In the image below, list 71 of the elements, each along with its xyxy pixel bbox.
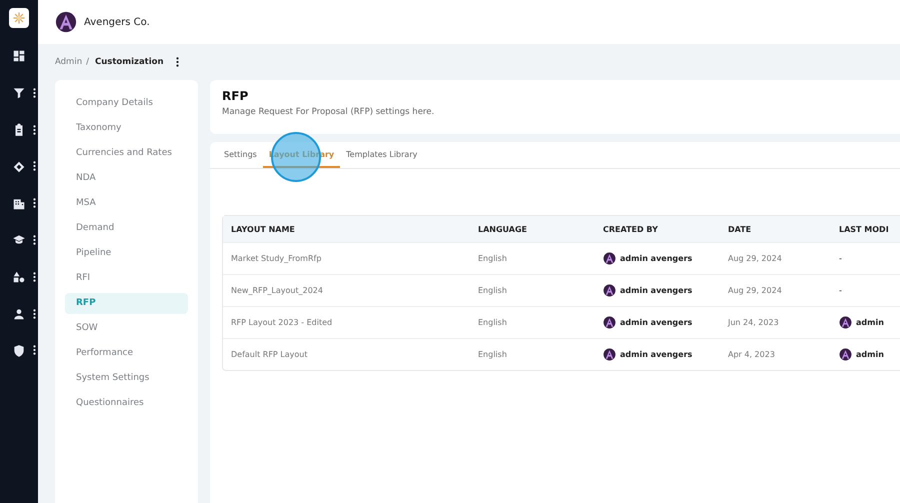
table-cell-text: English xyxy=(477,286,508,295)
settings-menu-item[interactable]: Performance xyxy=(65,343,188,364)
breadcrumb-link[interactable]: Admin xyxy=(55,57,82,67)
table-cell: - xyxy=(839,286,842,295)
column-header: LAST MODI xyxy=(838,224,890,234)
settings-menu-item[interactable]: Demand xyxy=(65,218,188,239)
diamond-icon[interactable] xyxy=(12,160,26,174)
table-cell-text: English xyxy=(477,350,508,359)
settings-menu-item[interactable]: RFP xyxy=(65,293,188,314)
settings-menu-item[interactable]: NDA xyxy=(65,168,188,189)
table-cell-text: Aug 29, 2024 xyxy=(727,286,783,295)
breadcrumb-current: Customization xyxy=(94,57,164,67)
user-name: admin avengers xyxy=(620,286,692,295)
avatar-icon xyxy=(839,348,852,361)
kebab-menu-icon[interactable] xyxy=(33,161,36,172)
table-cell: - xyxy=(839,254,842,263)
table-cell-text: Default RFP Layout xyxy=(230,350,308,359)
user-name: admin avengers xyxy=(620,254,692,263)
avatar-icon xyxy=(603,316,616,329)
table-cell: admin xyxy=(856,318,884,327)
avatar-icon xyxy=(839,316,852,329)
shapes-icon[interactable] xyxy=(12,270,26,284)
settings-menu-item[interactable]: RFI xyxy=(65,268,188,289)
breadcrumb-separator: / xyxy=(86,57,89,67)
settings-menu-item[interactable]: Questionnaires xyxy=(65,393,188,414)
column-header: CREATED BY xyxy=(602,224,659,234)
avatar-icon xyxy=(603,284,616,297)
avatar-icon xyxy=(603,252,616,265)
table-cell-text: Jun 24, 2023 xyxy=(726,318,780,327)
building-icon[interactable] xyxy=(12,196,26,211)
page-subtitle: Manage Request For Proposal (RFP) settings here. xyxy=(222,107,436,117)
column-header: DATE xyxy=(727,224,752,234)
kebab-menu-icon[interactable] xyxy=(33,308,36,319)
tab[interactable]: Settings xyxy=(218,142,263,168)
app-logo[interactable] xyxy=(9,8,29,28)
user-icon[interactable] xyxy=(12,306,26,321)
kebab-menu-icon[interactable] xyxy=(176,57,179,67)
table-cell-text: Apr 4, 2023 xyxy=(727,350,776,359)
table-cell: admin xyxy=(856,350,884,359)
shield-icon[interactable] xyxy=(12,344,26,358)
settings-menu-item[interactable]: Pipeline xyxy=(65,243,188,264)
kebab-menu-icon[interactable] xyxy=(33,88,36,98)
table-cell-text: Aug 29, 2024 xyxy=(727,254,783,263)
settings-menu-item[interactable]: SOW xyxy=(65,318,188,339)
column-header: LAYOUT NAME xyxy=(230,224,296,234)
settings-menu-item[interactable]: Company Details xyxy=(65,93,188,114)
company-logo-icon xyxy=(55,11,77,33)
dashboard-icon[interactable] xyxy=(12,49,26,64)
user-name: admin avengers xyxy=(620,318,692,327)
table-cell-text: English xyxy=(477,318,508,327)
table-cell-text: New_RFP_Layout_2024 xyxy=(230,286,324,295)
table-cell-text: RFP Layout 2023 - Edited xyxy=(230,318,334,327)
company-name: Avengers Co. xyxy=(84,16,150,28)
kebab-menu-icon[interactable] xyxy=(33,124,36,135)
settings-menu-item[interactable]: MSA xyxy=(65,193,188,214)
settings-menu-item[interactable]: System Settings xyxy=(65,368,188,389)
tab[interactable]: Templates Library xyxy=(340,142,424,168)
settings-menu-item[interactable]: Currencies and Rates xyxy=(65,143,188,164)
sun-icon xyxy=(12,11,26,25)
kebab-menu-icon[interactable] xyxy=(33,234,36,245)
user-name: admin avengers xyxy=(620,350,692,359)
settings-menu-item[interactable]: Taxonomy xyxy=(65,118,188,139)
kebab-menu-icon[interactable] xyxy=(33,272,36,282)
page-title: RFP xyxy=(222,89,250,103)
column-header: LANGUAGE xyxy=(477,224,528,234)
kebab-menu-icon[interactable] xyxy=(33,198,36,208)
avatar-icon xyxy=(603,348,616,361)
table-cell-text: English xyxy=(477,254,508,263)
kebab-menu-icon[interactable] xyxy=(33,345,36,356)
filter-icon[interactable] xyxy=(12,86,26,100)
table-cell-text: Market Study_FromRfp xyxy=(230,254,322,263)
